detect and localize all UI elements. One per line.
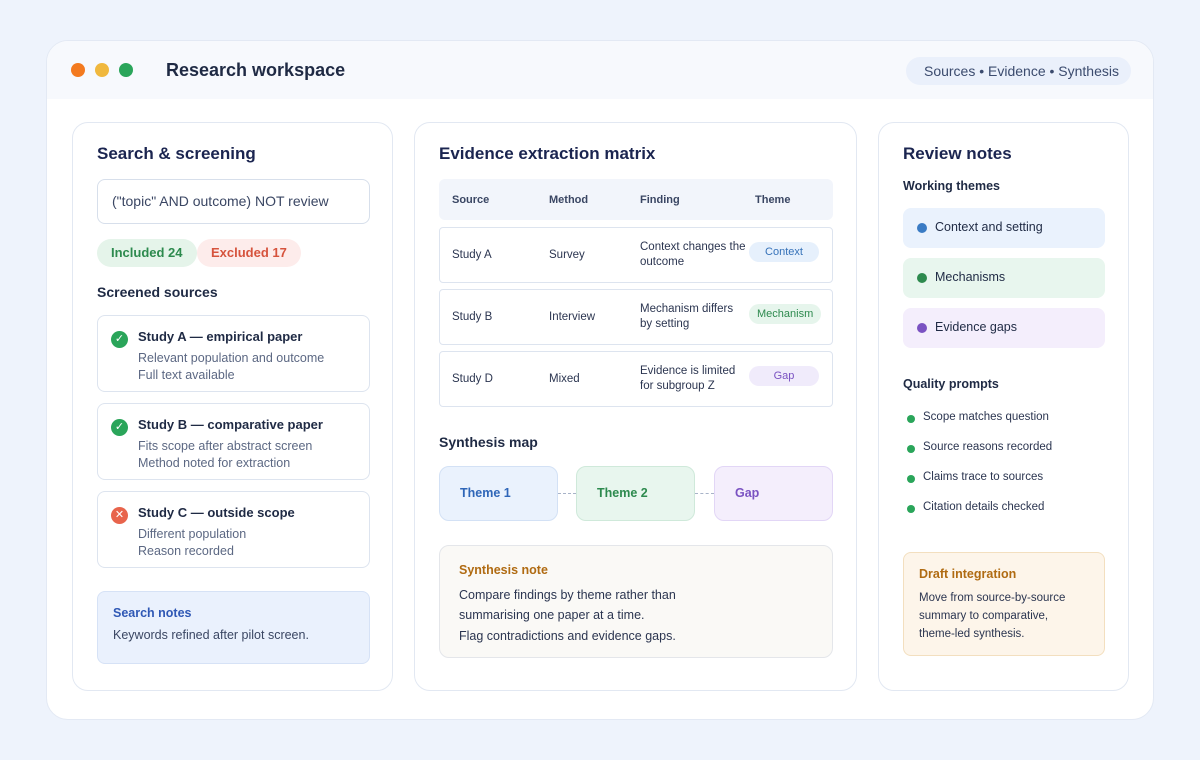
app-window: Research workspace Sources • Evidence • … — [46, 40, 1154, 720]
review-notes-panel: Review notes Working themes Context and … — [878, 122, 1129, 691]
cell-source: Study D — [452, 373, 493, 385]
source-title: Study C — outside scope — [138, 505, 295, 520]
bullet-dot — [917, 273, 927, 283]
synthesis-node-theme-1[interactable]: Theme 1 — [439, 466, 558, 521]
x-circle-icon: ✕ — [111, 507, 128, 524]
theme-item-gaps[interactable]: Evidence gaps — [903, 308, 1105, 348]
source-card-study-c[interactable]: ✕ Study C — outside scope Different popu… — [97, 491, 370, 568]
theme-item-mechanisms[interactable]: Mechanisms — [903, 258, 1105, 298]
synthesis-note-box: Synthesis note Compare findings by theme… — [439, 545, 833, 658]
column-header-finding[interactable]: Finding — [640, 194, 680, 206]
cell-finding: Context changes the outcome — [640, 241, 746, 268]
search-notes-title: Search notes — [113, 606, 192, 620]
synthesis-note-line: Compare findings by theme rather than — [459, 588, 676, 602]
draft-integration-title: Draft integration — [919, 567, 1017, 581]
cell-method: Mixed — [549, 373, 580, 385]
table-row[interactable]: Study B Interview Mechanism differs by s… — [439, 289, 833, 345]
working-themes-heading: Working themes — [903, 179, 1001, 193]
screened-sources-heading: Screened sources — [97, 284, 218, 300]
table-row[interactable]: Study A Survey Context changes the outco… — [439, 227, 833, 283]
check-circle-icon: ✓ — [111, 419, 128, 436]
panel-title: Review notes — [903, 144, 1012, 163]
connector-line — [558, 493, 576, 494]
source-detail: Fits scope after abstract screen — [138, 439, 313, 453]
theme-tag-gap[interactable]: Gap — [749, 366, 819, 386]
synthesis-note-line: summarising one paper at a time. — [459, 608, 645, 622]
search-query-input[interactable]: ("topic" AND outcome) NOT review — [97, 179, 370, 224]
theme-tag-mechanism[interactable]: Mechanism — [749, 304, 822, 324]
draft-line: theme-led synthesis. — [919, 628, 1025, 640]
bullet-dot — [907, 445, 915, 453]
cell-source: Study B — [452, 311, 493, 323]
minimize-window-button[interactable] — [95, 63, 109, 77]
theme-label: Context and setting — [935, 220, 1043, 234]
draft-line: Move from source-by-source — [919, 592, 1066, 604]
source-detail: Different population — [138, 527, 247, 541]
search-notes-box: Search notes Keywords refined after pilo… — [97, 591, 370, 664]
cell-method: Survey — [549, 249, 585, 261]
cell-finding: Evidence is limited for subgroup Z — [640, 365, 736, 392]
excluded-count-badge[interactable]: Excluded 17 — [197, 239, 301, 267]
prompt-label: Citation details checked — [923, 501, 1045, 513]
source-detail: Method noted for extraction — [138, 456, 291, 470]
synthesis-note-line: Flag contradictions and evidence gaps. — [459, 629, 676, 643]
synthesis-note-title: Synthesis note — [459, 563, 548, 577]
quality-prompts-heading: Quality prompts — [903, 377, 999, 391]
theme-label: Mechanisms — [935, 270, 1006, 284]
panel-title: Search & screening — [97, 144, 256, 163]
panel-title: Evidence extraction matrix — [439, 144, 656, 163]
prompt-label: Claims trace to sources — [923, 471, 1044, 483]
included-count-badge[interactable]: Included 24 — [97, 239, 197, 267]
draft-integration-box: Draft integration Move from source-by-so… — [903, 552, 1105, 656]
bullet-dot — [917, 223, 927, 233]
cell-finding: Mechanism differs by setting — [640, 303, 734, 330]
synthesis-node-theme-2[interactable]: Theme 2 — [576, 466, 695, 521]
cell-source: Study A — [452, 249, 492, 261]
window-title: Research workspace — [166, 60, 346, 80]
source-title: Study B — comparative paper — [138, 417, 323, 432]
column-header-method[interactable]: Method — [549, 194, 588, 206]
theme-tag-context[interactable]: Context — [749, 242, 819, 262]
close-window-button[interactable] — [71, 63, 85, 77]
synthesis-map-heading: Synthesis map — [439, 434, 538, 450]
theme-label: Evidence gaps — [935, 320, 1018, 334]
synthesis-node-gap[interactable]: Gap — [714, 466, 833, 521]
prompt-label: Scope matches question — [923, 411, 1049, 423]
source-card-study-a[interactable]: ✓ Study A — empirical paper Relevant pop… — [97, 315, 370, 392]
source-detail: Reason recorded — [138, 544, 234, 558]
search-screening-panel: Search & screening ("topic" AND outcome)… — [72, 122, 393, 691]
prompt-label: Source reasons recorded — [923, 441, 1053, 453]
column-header-theme[interactable]: Theme — [755, 194, 790, 206]
matrix-header-row: Source Method Finding Theme — [439, 179, 833, 220]
bullet-dot — [907, 475, 915, 483]
bullet-dot — [907, 415, 915, 423]
maximize-window-button[interactable] — [119, 63, 133, 77]
column-header-source[interactable]: Source — [452, 194, 489, 206]
breadcrumb: Sources • Evidence • Synthesis — [905, 57, 1131, 85]
check-circle-icon: ✓ — [111, 331, 128, 348]
bullet-dot — [907, 505, 915, 513]
theme-item-context[interactable]: Context and setting — [903, 208, 1105, 248]
source-title: Study A — empirical paper — [138, 329, 303, 344]
source-card-study-b[interactable]: ✓ Study B — comparative paper Fits scope… — [97, 403, 370, 480]
search-notes-text: Keywords refined after pilot screen. — [113, 628, 309, 642]
connector-line — [695, 493, 714, 494]
cell-method: Interview — [549, 311, 596, 323]
bullet-dot — [917, 323, 927, 333]
evidence-matrix-panel: Evidence extraction matrix Source Method… — [414, 122, 857, 691]
source-detail: Relevant population and outcome — [138, 351, 325, 365]
source-detail: Full text available — [138, 368, 235, 382]
title-bar: Research workspace Sources • Evidence • … — [47, 41, 1153, 99]
draft-line: summary to comparative, — [919, 610, 1049, 622]
table-row[interactable]: Study D Mixed Evidence is limited for su… — [439, 351, 833, 407]
